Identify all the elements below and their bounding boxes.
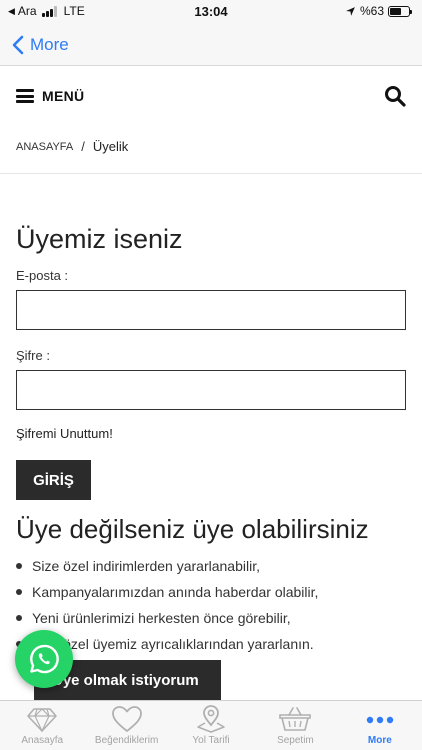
email-label: E-posta :: [16, 268, 69, 283]
menu-button[interactable]: MENÜ: [16, 88, 84, 104]
tab-anasayfa[interactable]: Anasayfa: [0, 701, 84, 750]
forgot-password-link[interactable]: Şifremi Unuttum!: [16, 426, 113, 441]
tab-label: Sepetim: [277, 735, 314, 746]
breadcrumb-home[interactable]: ANASAYFA: [16, 141, 73, 153]
hamburger-icon: [16, 89, 34, 103]
tab-sepetim[interactable]: Sepetim: [253, 701, 337, 750]
login-button[interactable]: GİRİŞ: [16, 460, 91, 500]
divider: [0, 173, 422, 174]
tab-label: More: [367, 735, 392, 746]
password-label: Şifre :: [16, 348, 50, 363]
nav-bar: More: [0, 24, 422, 66]
benefit-item: Size özel indirimlerden yararlanabilir,: [16, 556, 318, 582]
tab-more[interactable]: More: [338, 701, 422, 750]
basket-icon: [279, 707, 312, 731]
battery-icon: [388, 5, 412, 17]
search-icon[interactable]: [384, 85, 406, 107]
tab-label: Yol Tarifi: [192, 735, 230, 746]
back-button[interactable]: More: [0, 35, 69, 55]
tab-yol-tarifi[interactable]: Yol Tarifi: [169, 701, 253, 750]
login-title: Üyemiz iseniz: [16, 224, 183, 254]
whatsapp-icon: [30, 644, 59, 674]
heart-icon: [111, 706, 142, 732]
back-label: More: [30, 34, 69, 54]
map-pin-icon: [197, 705, 225, 733]
status-right: %63: [345, 4, 412, 18]
more-dots-icon: [366, 716, 394, 724]
tab-bar: Anasayfa Beğendiklerim Yol Tarifi Sepeti…: [0, 700, 422, 750]
breadcrumb: ANASAYFA / Üyelik: [16, 139, 128, 154]
chevron-left-icon: [12, 35, 24, 54]
battery-percent: %63: [359, 4, 384, 18]
email-field[interactable]: [16, 290, 406, 330]
tab-label: Beğendiklerim: [94, 735, 159, 746]
register-title: Üye değilseniz üye olabilirsiniz: [16, 514, 369, 544]
site-header: MENÜ: [0, 66, 422, 126]
diamond-icon: [27, 708, 58, 733]
location-arrow-icon: [346, 6, 355, 16]
tab-label: Anasayfa: [21, 735, 64, 746]
breadcrumb-current: Üyelik: [92, 139, 129, 154]
status-bar: ◀ Ara LTE 13:04 %63: [0, 0, 422, 24]
benefit-item: Yeni ürünlerimizi herkesten önce görebil…: [16, 608, 318, 634]
whatsapp-button[interactable]: [15, 630, 73, 688]
tab-begendiklerim[interactable]: Beğendiklerim: [84, 701, 168, 750]
menu-label: MENÜ: [42, 88, 85, 104]
password-field[interactable]: [16, 370, 406, 410]
benefit-item: Kampanyalarımızdan anında haberdar olabi…: [16, 582, 318, 608]
breadcrumb-separator: /: [81, 139, 85, 154]
